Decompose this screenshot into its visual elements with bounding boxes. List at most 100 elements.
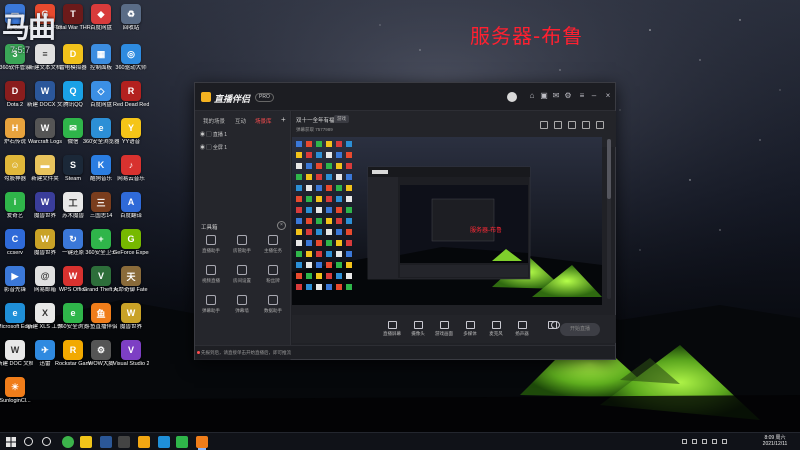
desktop-icon[interactable]: W WPS Office <box>58 266 88 306</box>
lock-icon[interactable]: ▢ <box>206 145 211 151</box>
desktop-icon[interactable]: ☺ 勾股神器 <box>0 155 30 195</box>
toolbox-item[interactable]: 房管助手 <box>228 235 256 261</box>
desktop-icon[interactable]: eMicrosoft Edge <box>0 303 33 343</box>
desktop-icon[interactable]: X新建 XLS 工作表 <box>27 303 63 343</box>
desktop-icon[interactable]: W新建 DOCX 文档 <box>27 81 63 121</box>
search-icon[interactable] <box>24 437 33 446</box>
desktop-icon[interactable]: 工苏木魔兽 <box>58 192 88 232</box>
toolbox-item[interactable]: 视频直播 <box>197 265 225 291</box>
desktop-icon[interactable]: Q 腾讯QQ <box>58 81 88 121</box>
tray-chevron-icon[interactable] <box>682 439 687 444</box>
desktop-icon[interactable]: 鱼斗鱼直播伴侣 <box>84 303 118 343</box>
scroll-thumb[interactable] <box>607 139 611 199</box>
desktop-icon[interactable]: ↻ 一键还原 <box>58 229 88 269</box>
desktop-icon[interactable]: S Steam <box>58 155 88 195</box>
mail-icon[interactable]: ✉ <box>551 91 561 101</box>
desktop-icon[interactable]: @ 网易邮箱 <box>30 266 60 306</box>
settings-icon[interactable]: ⚙ <box>563 91 573 101</box>
desktop-icon[interactable]: ▬ 新建文件夹 <box>30 155 60 195</box>
live-streaming-app-window[interactable]: 直播伴侣 PRO ⌂ ▣ ✉ ⚙ ≡ – × 我的场景 互动 场景库 + ◉ ▢… <box>194 82 616 360</box>
minimize-icon[interactable]: – <box>589 91 599 101</box>
desktop-icon[interactable]: ✈ 迅雷 <box>30 340 60 380</box>
add-scene-icon[interactable]: + <box>281 115 286 124</box>
network-icon[interactable] <box>702 439 707 444</box>
desktop-icon[interactable]: W 魔兽世界 <box>30 192 60 232</box>
desktop-icon[interactable]: ⚙ WOW大脚 <box>86 340 116 380</box>
cortana-icon[interactable] <box>42 437 51 446</box>
desktop-icon[interactable]: D Dota 2 <box>0 81 30 121</box>
system-clock[interactable]: 8:09 周六 2021/12/11 <box>757 435 793 447</box>
desktop-icon[interactable]: ☀ SunloginCl... <box>0 377 31 417</box>
gift-icon[interactable]: ▣ <box>539 91 549 101</box>
record-icon[interactable] <box>568 121 576 129</box>
desktop-icon[interactable]: ◎ 360驱动大师 <box>115 44 147 84</box>
user-avatar[interactable] <box>507 92 517 102</box>
app-titlebar[interactable]: 直播伴侣 PRO ⌂ ▣ ✉ ⚙ ≡ – × <box>195 83 615 111</box>
desktop-icon[interactable]: ▦ 控制面板 <box>86 44 116 84</box>
desktop-icon[interactable]: ♻ 回收站 <box>116 4 146 44</box>
close-icon[interactable]: × <box>603 91 613 101</box>
eye-icon[interactable]: ◉ <box>200 145 205 151</box>
desktop-icon[interactable]: Y YY语音 <box>116 118 146 158</box>
desktop-icon[interactable]: ≡ 新建文本文档 <box>28 44 62 84</box>
ime-icon[interactable] <box>722 439 727 444</box>
desktop-icon[interactable]: W 魔兽世界 <box>116 303 146 343</box>
more-icon[interactable] <box>596 121 604 129</box>
tab-my-scenes[interactable]: 我的场景 <box>203 117 225 125</box>
file-explorer-icon[interactable] <box>80 436 92 448</box>
toolbox-item[interactable]: 粉丝牌 <box>259 265 287 291</box>
start-live-button[interactable]: 开始直播 <box>560 323 600 336</box>
desktop-icon[interactable]: ◆ 百度网盘 <box>86 4 116 44</box>
toolbox-item[interactable]: 房间设置 <box>228 265 256 291</box>
lock-icon[interactable] <box>554 121 562 129</box>
desktop-icon[interactable]: ♪ 网易云音乐 <box>116 155 146 195</box>
toolbox-item[interactable]: 弹幕墙 <box>228 295 256 321</box>
lock-icon[interactable]: ▢ <box>206 132 211 138</box>
toolbox-item[interactable]: 弹幕助手 <box>197 295 225 321</box>
desktop-icon[interactable]: W新建 DOC 文档 <box>0 340 33 380</box>
share-icon[interactable] <box>540 121 548 129</box>
room-category-tag[interactable]: 游戏 <box>334 115 349 123</box>
eye-icon[interactable]: ◉ <box>200 132 205 138</box>
browser-360-icon[interactable] <box>62 436 74 448</box>
windows-start-icon[interactable] <box>6 437 16 447</box>
desktop-icon[interactable]: RRockstar Games <box>55 340 91 380</box>
desktop-icon[interactable]: VVisual Studio 20... <box>113 340 149 380</box>
menu-icon[interactable]: ≡ <box>577 91 587 101</box>
desktop-icon[interactable]: ◇ 百度网盘 <box>86 81 116 121</box>
stream-preview[interactable]: 服务器-布鲁 <box>292 137 602 305</box>
app-icon[interactable] <box>100 436 112 448</box>
desktop-icon[interactable]: W 魔兽世界 <box>30 229 60 269</box>
desktop-icon[interactable]: VGrand Theft Auto V <box>83 266 119 306</box>
desktop-icon[interactable]: RRed Dead Redemption <box>113 81 149 121</box>
desktop-icon[interactable]: i 爱奇艺 <box>0 192 30 232</box>
toolbox-item[interactable]: 主播任务 <box>259 235 287 261</box>
streaming-app-icon[interactable] <box>196 436 208 448</box>
desktop-icon[interactable]: 天天命奇御 Fate Seeker <box>113 266 149 306</box>
desktop-icon[interactable]: A 百度翻译 <box>116 192 146 232</box>
toolbox-item[interactable]: 数据助手 <box>259 295 287 321</box>
desktop-icon[interactable]: ✉ 微信 <box>58 118 88 158</box>
tab-interaction[interactable]: 互动 <box>235 117 246 125</box>
tab-scene-library[interactable]: 场景库 <box>255 117 272 125</box>
desktop-icon[interactable]: H 炉石传说 <box>0 118 30 158</box>
desktop-icon[interactable]: D 雷电模拟器 <box>58 44 88 84</box>
preview-scrollbar[interactable] <box>607 139 611 299</box>
microphone-button[interactable]: 麦克风 <box>484 321 508 337</box>
desktop-icon[interactable]: 三三国志14 <box>86 192 116 232</box>
settings-gear-icon[interactable] <box>550 321 560 329</box>
media-button[interactable]: 多媒体 <box>458 321 482 337</box>
desktop-icon[interactable]: GGeForce Experience <box>113 229 149 269</box>
game-capture-button[interactable]: 游戏画面 <box>432 321 456 337</box>
desktop-icon[interactable]: ▶ 影音先锋 <box>0 266 30 306</box>
toolbox-item[interactable]: 直播助手 <box>197 235 225 261</box>
scene-item[interactable]: ◉ ▢ 全屏 1 <box>200 144 227 151</box>
bell-icon[interactable] <box>582 121 590 129</box>
scene-item[interactable]: ◉ ▢ 直播 1 <box>200 131 227 138</box>
desktop-icon[interactable]: K 酷狗音乐 <box>86 155 116 195</box>
desktop-icon[interactable]: e 360安全浏览 <box>57 303 89 343</box>
tray-app-icon[interactable] <box>692 439 697 444</box>
desktop-icon[interactable]: +360安全卫士 <box>85 229 117 269</box>
toolbox-close-icon[interactable]: × <box>277 221 286 230</box>
screen-capture-button[interactable]: 直播屏幕 <box>380 321 404 337</box>
